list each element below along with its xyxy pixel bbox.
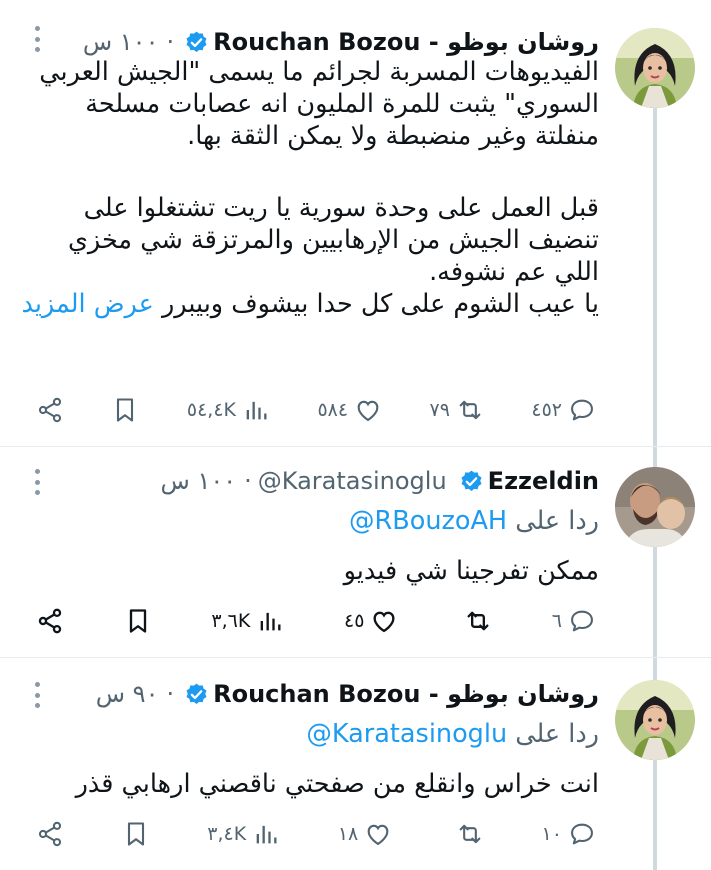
action-bar: ٣,٦K ٤٥ ٦ — [36, 601, 596, 641]
reply-to-handle[interactable]: @RBouzoAH — [349, 506, 507, 536]
more-dots-icon[interactable] — [30, 26, 44, 52]
tweet-text: ردا على @RBouzoAH ممكن تفرجينا شي فيديو — [19, 505, 599, 587]
tweet-1[interactable]: روشان بوظو - Rouchan Bozou · ١٠٠ س الفيد… — [0, 14, 711, 446]
woman-cartoon-avatar — [615, 28, 695, 108]
bookmark-icon — [129, 609, 146, 633]
like-button[interactable]: ٤٥ — [344, 607, 398, 635]
like-count: ٤٥ — [343, 610, 365, 632]
man-with-child-photo — [615, 467, 695, 547]
like-count: ١٨ — [337, 823, 359, 845]
reply-icon — [571, 610, 593, 632]
avatar[interactable] — [615, 28, 695, 108]
like-icon — [357, 400, 379, 422]
views-button[interactable]: ٣,٤K — [207, 820, 280, 848]
reply-to-handle[interactable]: @Karatasinoglu — [306, 719, 507, 749]
text-line: قبل العمل على وحدة سورية يا ريت تشتغلوا … — [83, 193, 599, 223]
reply-icon — [571, 399, 593, 421]
separator-dot: · — [244, 467, 252, 495]
author-name[interactable]: روشان بوظو - Rouchan Bozou — [213, 680, 599, 708]
more-dots-icon[interactable] — [30, 682, 44, 708]
tweet-header: روشان بوظو - Rouchan Bozou · ١٠٠ س — [83, 24, 599, 60]
verified-badge-icon — [184, 30, 209, 55]
reply-context: ردا على @Karatasinoglu — [19, 718, 599, 750]
tweet-3[interactable]: روشان بوظو - Rouchan Bozou · ٩٠ س ردا عل… — [0, 658, 711, 870]
text-line: انت خراس وانقلع من صفحتي ناقصني ارهابي ق… — [75, 769, 599, 799]
timestamp[interactable]: ١٠٠ س — [161, 467, 237, 495]
retweet-button[interactable] — [458, 607, 492, 635]
timestamp[interactable]: ١٠٠ س — [83, 28, 159, 56]
more-dots-icon[interactable] — [30, 469, 44, 495]
share-icon — [38, 608, 62, 634]
tweet-header: Ezzeldin @Karatasinoglu · ١٠٠ س — [161, 463, 599, 499]
share-button[interactable] — [36, 607, 64, 635]
bookmark-button[interactable] — [124, 607, 152, 635]
text-line: منفلتة وغير منضبطة ولا يمكن الثقة بها. — [187, 121, 599, 151]
reply-button[interactable]: ١٠ — [542, 820, 596, 848]
last-line-text: يا عيب الشوم على كل حدا بيشوف وبيبرر — [161, 289, 599, 319]
retweet-icon — [459, 824, 481, 844]
reply-context: ردا على @RBouzoAH — [19, 505, 599, 537]
tweet-text: ردا على @Karatasinoglu انت خراس وانقلع م… — [19, 718, 599, 800]
retweet-count: ٧٩ — [429, 399, 450, 421]
reply-button[interactable]: ٦ — [552, 607, 596, 635]
reply-count: ١٠ — [541, 823, 562, 845]
tweet-header: روشان بوظو - Rouchan Bozou · ٩٠ س — [96, 676, 599, 712]
bookmark-button[interactable] — [111, 396, 139, 424]
views-icon — [256, 825, 277, 844]
reply-prefix: ردا على — [515, 719, 599, 749]
text-line: يا عيب الشوم على كل حدا بيشوف وبيبرر عرض… — [19, 288, 599, 320]
reply-icon — [571, 823, 593, 845]
views-icon — [246, 401, 267, 420]
views-icon — [260, 612, 281, 631]
author-handle[interactable]: @Karatasinoglu — [258, 467, 447, 495]
bookmark-icon — [127, 822, 144, 846]
like-count: ٥٨٤ — [317, 399, 349, 421]
retweet-icon — [467, 611, 489, 631]
like-icon — [373, 611, 395, 633]
like-icon — [367, 824, 389, 846]
verified-badge-icon — [184, 682, 209, 707]
tweet-text: الفيديوهات المسربة لجرائم ما يسمى "الجيش… — [19, 56, 599, 320]
avatar[interactable] — [615, 467, 695, 547]
woman-cartoon-avatar — [615, 680, 695, 760]
retweet-button[interactable] — [450, 820, 484, 848]
views-count: ٥٤,٤K — [186, 399, 236, 421]
action-bar: ٥٤,٤K ٥٨٤ ٧٩ ٤٥٢ — [36, 390, 596, 430]
text-line: السوري" يثبت للمرة المليون انه عصابات مس… — [85, 89, 599, 119]
views-count: ٣,٦K — [211, 610, 251, 632]
text-line: ممكن تفرجينا شي فيديو — [343, 556, 599, 586]
like-button[interactable]: ١٨ — [338, 820, 392, 848]
show-more-link[interactable]: عرض المزيد — [21, 289, 153, 319]
author-name[interactable]: Ezzeldin — [488, 467, 599, 495]
avatar[interactable] — [615, 680, 695, 760]
separator-dot: · — [166, 28, 175, 56]
timestamp[interactable]: ٩٠ س — [96, 680, 159, 708]
text-line — [19, 152, 599, 184]
separator-dot: · — [166, 680, 175, 708]
text-line: الفيديوهات المسربة لجرائم ما يسمى "الجيش… — [39, 57, 599, 87]
verified-badge-icon — [459, 469, 484, 494]
share-button[interactable] — [36, 396, 64, 424]
like-button[interactable]: ٥٨٤ — [317, 396, 382, 424]
bookmark-button[interactable] — [122, 820, 150, 848]
share-icon — [38, 821, 62, 847]
bookmark-icon — [117, 398, 134, 422]
views-count: ٣,٤K — [207, 823, 247, 845]
share-button[interactable] — [36, 820, 64, 848]
views-button[interactable]: ٥٤,٤K — [187, 396, 270, 424]
author-name[interactable]: روشان بوظو - Rouchan Bozou — [213, 28, 599, 56]
reply-button[interactable]: ٤٥٢ — [531, 396, 596, 424]
action-bar: ٣,٤K ١٨ ١٠ — [36, 814, 596, 854]
reply-count: ٦ — [551, 610, 562, 632]
retweet-icon — [459, 400, 481, 420]
tweet-2[interactable]: Ezzeldin @Karatasinoglu · ١٠٠ س ردا على … — [0, 447, 711, 657]
retweet-button[interactable]: ٧٩ — [430, 396, 484, 424]
text-line: اللي عم نشوفه. — [429, 257, 599, 287]
views-button[interactable]: ٣,٦K — [211, 607, 284, 635]
reply-prefix: ردا على — [515, 506, 599, 536]
reply-count: ٤٥٢ — [531, 399, 562, 421]
text-line: تنضيف الجيش من الإرهابيين والمرتزقة شي م… — [67, 225, 599, 255]
share-icon — [38, 397, 62, 423]
